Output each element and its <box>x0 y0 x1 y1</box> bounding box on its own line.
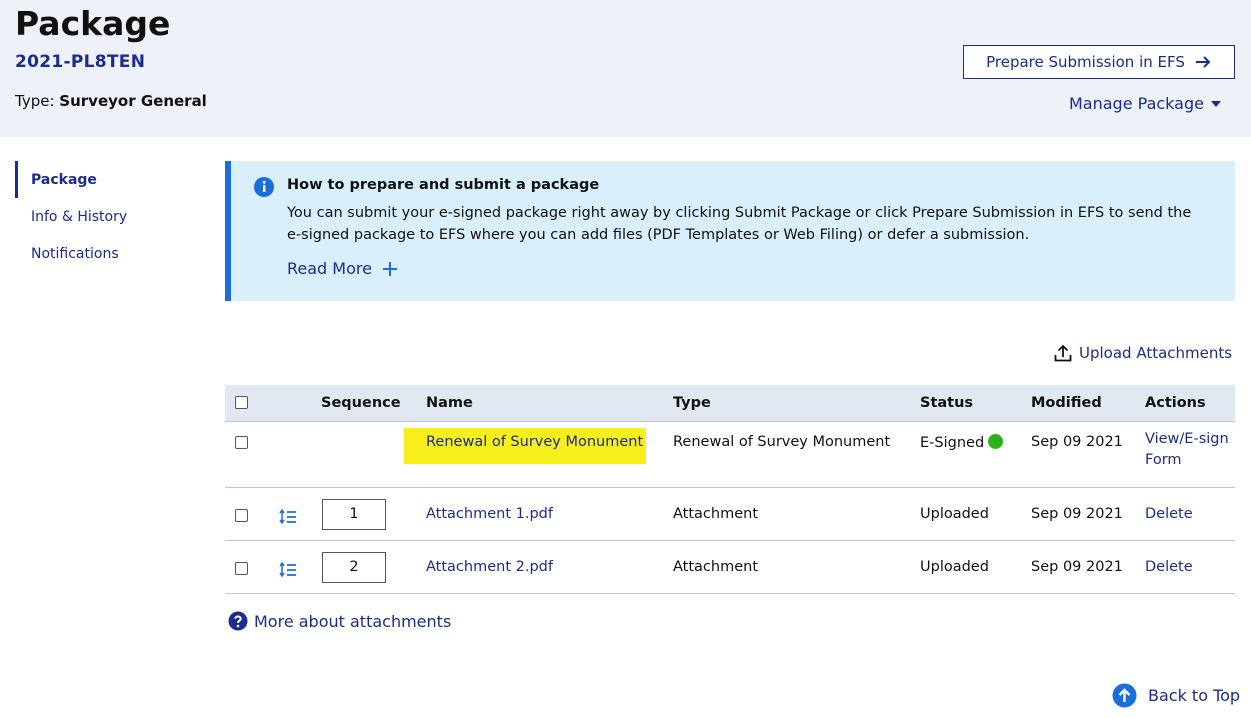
upload-attachments-button[interactable]: Upload Attachments <box>1053 343 1232 363</box>
prepare-submission-button[interactable]: Prepare Submission in EFS <box>963 45 1235 79</box>
read-more-label: Read More <box>287 259 372 278</box>
file-status: E-Signed <box>920 434 1004 451</box>
row-checkbox[interactable] <box>235 509 248 522</box>
column-header-modified: Modified <box>1031 395 1102 411</box>
file-modified: Sep 09 2021 <box>1031 559 1123 575</box>
file-name-link[interactable]: Renewal of Survey Monument <box>426 434 643 450</box>
info-text: You can submit your e-signed package rig… <box>287 205 1192 243</box>
more-about-label: More about attachments <box>254 611 452 631</box>
row-checkbox[interactable] <box>235 436 248 449</box>
file-modified: Sep 09 2021 <box>1031 434 1123 450</box>
sidebar-item-info-history[interactable]: Info & History <box>15 198 195 235</box>
upload-icon <box>1054 344 1072 362</box>
file-type: Attachment <box>673 506 759 522</box>
package-type-value: Surveyor General <box>59 92 207 110</box>
file-status: Uploaded <box>920 559 989 575</box>
manage-package-dropdown[interactable]: Manage Package <box>1069 94 1221 113</box>
package-type: Type: Surveyor General <box>15 92 207 110</box>
upload-attachments-label: Upload Attachments <box>1079 344 1233 362</box>
page-header: Package 2021-PL8TEN Type: Surveyor Gener… <box>0 0 1251 137</box>
table-row: 1 Attachment 1.pdf Attachment Uploaded S… <box>225 488 1235 541</box>
arrow-right-icon <box>1195 56 1211 68</box>
prepare-submission-label: Prepare Submission in EFS <box>986 53 1185 71</box>
arrow-up-circle-icon <box>1112 683 1137 708</box>
file-type: Renewal of Survey Monument <box>673 434 891 450</box>
column-header-type: Type <box>673 395 711 411</box>
file-type: Attachment <box>673 559 759 575</box>
column-header-sequence: Sequence <box>321 395 401 411</box>
status-text: E-Signed <box>920 435 985 451</box>
back-to-top-label: Back to Top <box>1148 686 1241 705</box>
sequence-input[interactable]: 2 <box>322 552 386 583</box>
info-title: How to prepare and submit a package <box>287 177 600 193</box>
row-checkbox[interactable] <box>235 562 248 575</box>
plus-icon <box>382 261 397 276</box>
sidebar-item-notifications[interactable]: Notifications <box>15 235 195 272</box>
file-status: Uploaded <box>920 506 989 522</box>
info-callout: How to prepare and submit a package You … <box>225 161 1235 301</box>
info-icon <box>254 177 274 197</box>
delete-link[interactable]: Delete <box>1145 506 1193 522</box>
side-navigation: Package Info & History Notifications <box>15 161 195 272</box>
manage-package-label: Manage Package <box>1069 94 1204 113</box>
select-all-checkbox[interactable] <box>235 396 248 409</box>
back-to-top-link[interactable]: Back to Top <box>1112 683 1240 708</box>
table-row: Renewal of Survey Monument Renewal of Su… <box>225 422 1235 488</box>
package-type-label: Type: <box>15 92 55 110</box>
file-name-link[interactable]: Attachment 2.pdf <box>426 559 553 575</box>
view-esign-form-link[interactable]: View/E-sign Form <box>1145 429 1235 471</box>
package-id: 2021-PL8TEN <box>15 52 146 72</box>
column-header-status: Status <box>920 395 974 411</box>
table-header: Sequence Name Type Status Modified Actio… <box>225 385 1235 422</box>
file-name-link[interactable]: Attachment 1.pdf <box>426 506 553 522</box>
file-modified: Sep 09 2021 <box>1031 506 1123 522</box>
delete-link[interactable]: Delete <box>1145 559 1193 575</box>
page-title: Package <box>15 4 171 43</box>
table-row: 2 Attachment 2.pdf Attachment Uploaded S… <box>225 541 1235 594</box>
column-header-name: Name <box>426 395 473 411</box>
sequence-input[interactable]: 1 <box>322 499 386 530</box>
reorder-icon[interactable] <box>279 562 297 578</box>
read-more-toggle[interactable]: Read More <box>287 259 398 278</box>
more-about-attachments-link[interactable]: More about attachments <box>228 611 451 631</box>
question-icon <box>228 611 248 631</box>
column-header-actions: Actions <box>1145 395 1206 411</box>
sidebar-item-package[interactable]: Package <box>15 161 195 198</box>
caret-down-icon <box>1210 101 1221 107</box>
reorder-icon[interactable] <box>279 509 297 525</box>
status-dot-icon <box>988 434 1004 449</box>
attachments-table: Sequence Name Type Status Modified Actio… <box>225 385 1235 594</box>
